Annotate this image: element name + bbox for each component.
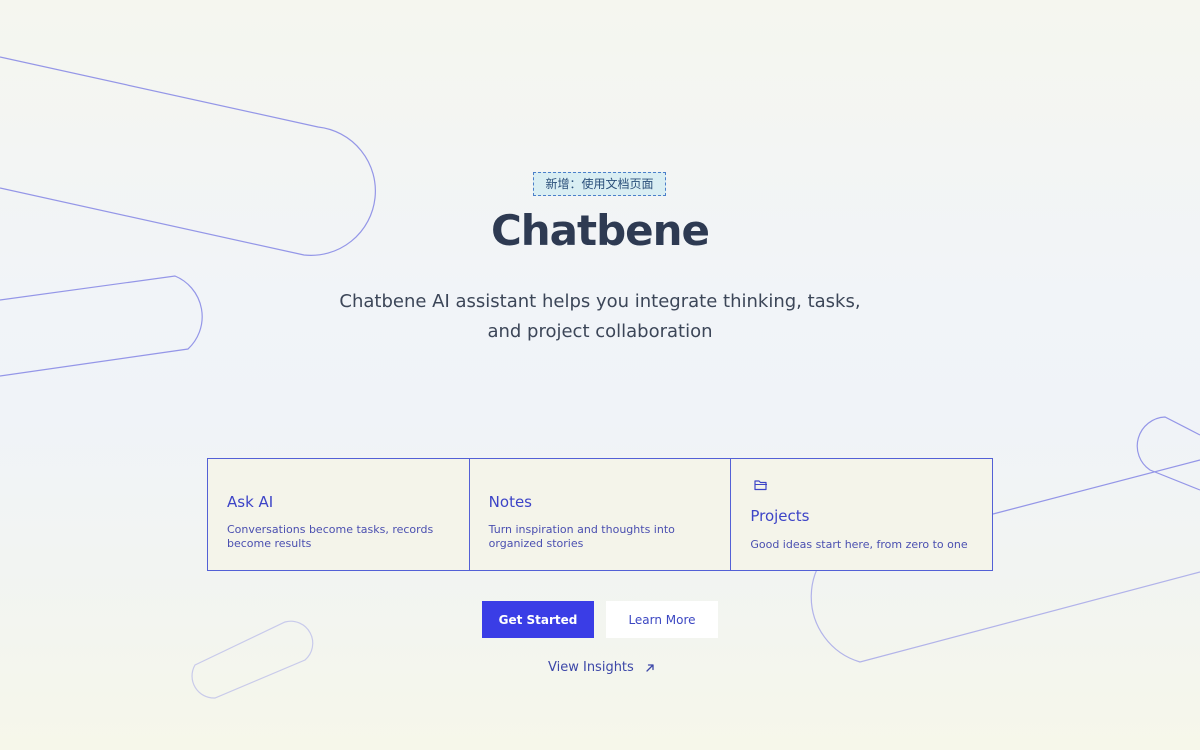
feature-description: Good ideas start here, from zero to one xyxy=(750,538,968,551)
get-started-button[interactable]: Get Started xyxy=(482,601,594,638)
feature-title: Ask AI xyxy=(227,493,274,511)
feature-title: Projects xyxy=(750,507,810,525)
view-insights-label: View Insights xyxy=(548,660,634,675)
feature-title: Notes xyxy=(488,493,532,511)
feature-card-ask-ai[interactable]: Ask AI Conversations become tasks, recor… xyxy=(208,459,470,570)
arrow-up-right-icon xyxy=(646,663,654,672)
learn-more-button[interactable]: Learn More xyxy=(606,601,718,638)
announcement-badge[interactable]: 新增：使用文档页面 xyxy=(533,172,666,196)
feature-card-projects[interactable]: Projects Good ideas start here, from zer… xyxy=(731,459,992,570)
view-insights-link[interactable]: View Insights xyxy=(548,660,656,675)
feature-description: Conversations become tasks, records beco… xyxy=(227,523,434,550)
hero-title: Chatbene xyxy=(490,206,710,255)
hero-subtitle: Chatbene AI assistant helps you integrat… xyxy=(339,291,861,342)
feature-cards: Ask AI Conversations become tasks, recor… xyxy=(207,458,993,571)
folder-icon xyxy=(754,480,768,491)
background-decoration xyxy=(0,56,1200,699)
feature-description: Turn inspiration and thoughts into organ… xyxy=(488,523,675,550)
feature-card-notes[interactable]: Notes Turn inspiration and thoughts into… xyxy=(470,459,732,570)
